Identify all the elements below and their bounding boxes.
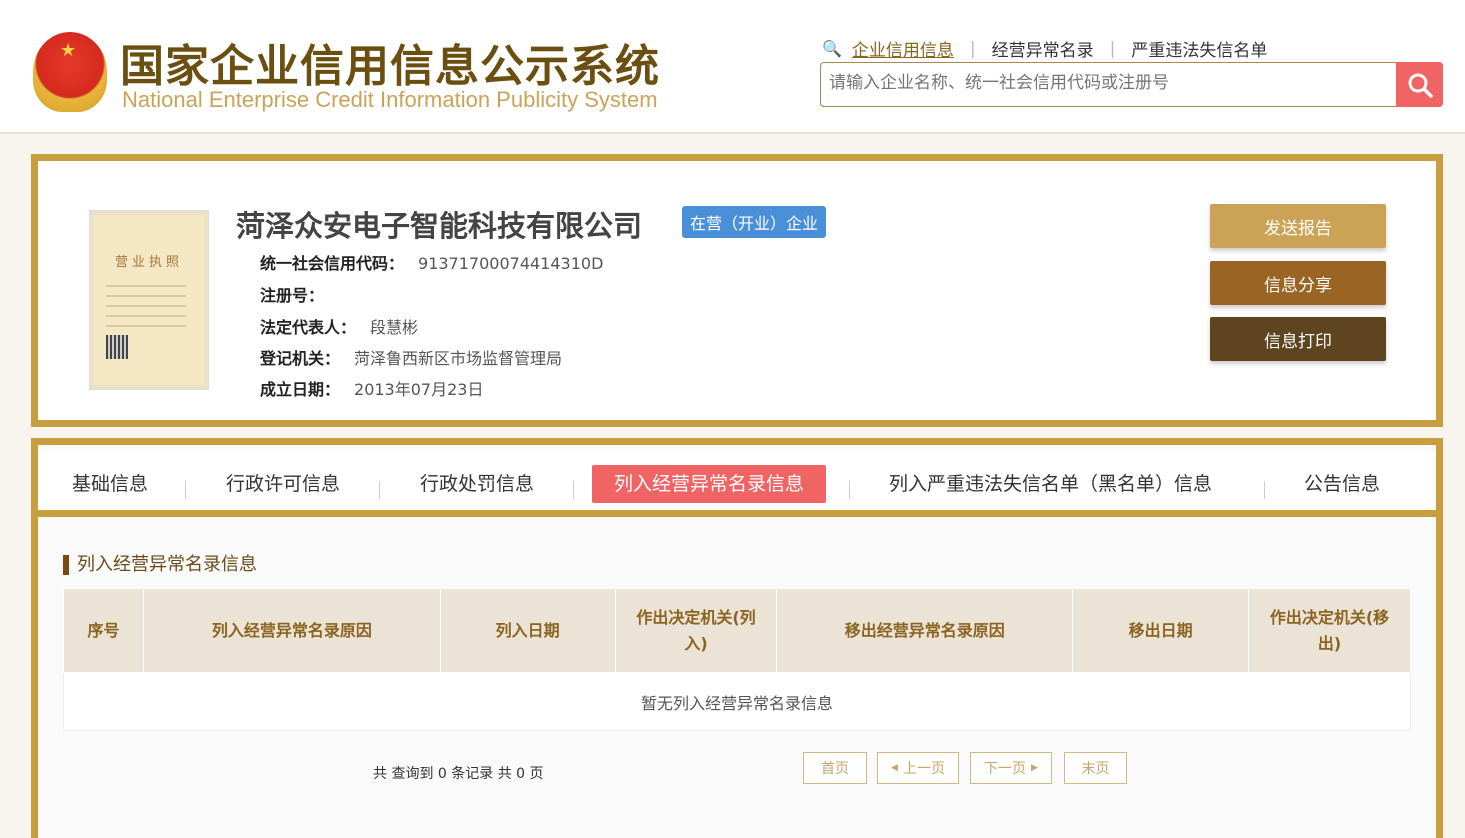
col-reason-out: 移出经营异常名录原因	[776, 588, 1074, 673]
caret-right-icon: ▶	[1031, 763, 1038, 773]
nav-blacklist[interactable]: 严重违法失信名单	[1131, 36, 1267, 61]
tab-admin-license[interactable]: 行政许可信息	[226, 465, 340, 503]
logo-title-cn[interactable]: 国家企业信用信息公示系统	[120, 30, 660, 94]
col-authority-out: 作出决定机关(移出)	[1248, 588, 1411, 673]
tab-admin-penalty[interactable]: 行政处罚信息	[420, 465, 534, 503]
col-authority-in: 作出决定机关(列入)	[614, 588, 778, 673]
national-emblem-logo: ★	[33, 32, 107, 112]
search-box	[820, 62, 1443, 107]
site-header: ★ 国家企业信用信息公示系统 National Enterprise Credi…	[0, 0, 1465, 134]
nav-abnormal-list[interactable]: 经营异常名录	[992, 36, 1094, 61]
col-date-out: 移出日期	[1072, 588, 1250, 673]
col-reason-in: 列入经营异常名录原因	[142, 588, 441, 673]
status-badge: 在营（开业）企业	[682, 206, 827, 238]
tab-abnormal-list[interactable]: 列入经营异常名录信息	[592, 465, 827, 503]
section-title: 列入经营异常名录信息	[63, 555, 257, 575]
last-page-button[interactable]: 末页	[1064, 752, 1127, 784]
prev-page-button[interactable]: ◀ 上一页	[877, 752, 959, 784]
tab-blacklist[interactable]: 列入严重违法失信名单（黑名单）信息	[889, 465, 1212, 503]
logo-title-en: National Enterprise Credit Information P…	[122, 87, 658, 112]
search-icon: 🔍	[822, 39, 842, 58]
search-icon	[1408, 73, 1433, 98]
share-info-button[interactable]: 信息分享	[1210, 261, 1386, 305]
field-reg-no: 注册号：	[260, 286, 325, 305]
company-card: 营业执照 菏泽众安电子智能科技有限公司 在营（开业）企业 统一社会信用代码： 91…	[31, 154, 1443, 427]
tab-announcements[interactable]: 公告信息	[1304, 465, 1380, 503]
tab-bar: 基础信息 行政许可信息 行政处罚信息 列入经营异常名录信息 列入严重违法失信名单…	[38, 451, 1436, 517]
col-date-in: 列入日期	[439, 588, 616, 673]
details-card: 基础信息 行政许可信息 行政处罚信息 列入经营异常名录信息 列入严重违法失信名单…	[31, 438, 1443, 838]
empty-message: 暂无列入经营异常名录信息	[63, 672, 1411, 731]
col-index: 序号	[63, 588, 144, 673]
field-established: 成立日期： 2013年07月23日	[260, 380, 484, 399]
company-name: 菏泽众安电子智能科技有限公司	[236, 209, 643, 243]
field-credit-code: 统一社会信用代码： 91371700074414310D	[260, 254, 604, 273]
table-row: 暂无列入经营异常名录信息	[63, 672, 1411, 731]
field-authority: 登记机关： 菏泽鲁西新区市场监督管理局	[260, 349, 563, 368]
caret-left-icon: ◀	[891, 763, 898, 773]
qr-code	[106, 335, 128, 359]
send-report-button[interactable]: 发送报告	[1210, 204, 1386, 248]
search-button[interactable]	[1396, 62, 1443, 107]
next-page-button[interactable]: 下一页 ▶	[970, 752, 1052, 784]
record-count: 共 查询到 0 条记录 共 0 页	[373, 766, 544, 782]
first-page-button[interactable]: 首页	[803, 752, 867, 784]
search-input[interactable]	[829, 73, 1389, 93]
business-license-image[interactable]: 营业执照	[90, 211, 208, 389]
print-info-button[interactable]: 信息打印	[1210, 317, 1386, 361]
abnormal-list-table: 序号 列入经营异常名录原因 列入日期 作出决定机关(列入) 移出经营异常名录原因…	[63, 588, 1411, 731]
top-nav: 🔍 企业信用信息 | 经营异常名录 | 严重违法失信名单	[822, 36, 1267, 62]
nav-credit-info[interactable]: 企业信用信息	[852, 36, 954, 61]
table-header-row: 序号 列入经营异常名录原因 列入日期 作出决定机关(列入) 移出经营异常名录原因…	[63, 588, 1411, 673]
tab-basic-info[interactable]: 基础信息	[72, 465, 148, 503]
license-title: 营业执照	[114, 255, 183, 270]
field-legal-rep: 法定代表人： 段慧彬	[260, 318, 419, 337]
